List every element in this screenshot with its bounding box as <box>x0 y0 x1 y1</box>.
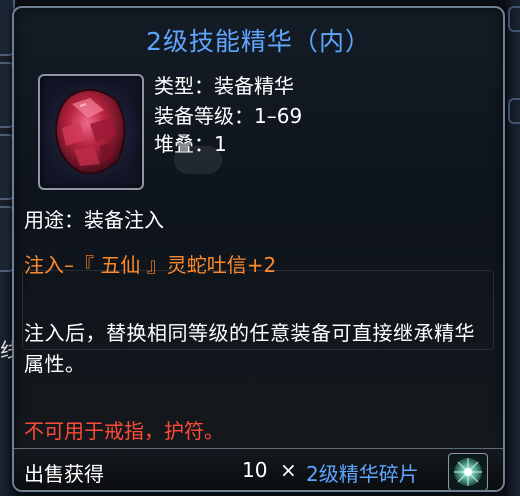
stat-equip-level: 装备等级：1–69 <box>154 100 302 129</box>
stat-value: 装备精华 <box>214 74 294 98</box>
stat-label: 堆叠： <box>154 132 214 156</box>
sell-row: 出售获得 10 × 2级精华碎片 <box>14 448 503 490</box>
item-purpose: 用途：装备注入 <box>24 208 164 232</box>
stat-type: 类型：装备精华 <box>154 70 294 99</box>
item-icon-frame <box>38 74 144 190</box>
essence-shard-graphic <box>454 458 482 486</box>
background-right-panel <box>506 0 520 496</box>
stat-label: 类型： <box>154 74 214 98</box>
stat-label: 装备等级： <box>154 104 254 128</box>
item-title: 2级技能精华（内） <box>146 27 371 56</box>
stat-value: 1–69 <box>254 104 303 128</box>
stat-stack: 堆叠：1 <box>154 128 227 157</box>
sell-item-name: 2级精华碎片 <box>306 462 419 486</box>
red-gem-icon <box>54 89 126 175</box>
inject-effect: 注入–『 五仙 』灵蛇吐信+2 <box>24 253 277 277</box>
sell-times-sign: × <box>280 458 297 482</box>
background-notch <box>508 98 520 124</box>
stat-value: 1 <box>214 132 227 156</box>
item-tooltip: 2级技能精华（内） 类型：装备精华 装备等级：1–69 堆叠：1 用途：装备注入… <box>12 6 505 492</box>
sell-label: 出售获得 <box>24 462 104 486</box>
background-notch <box>508 6 520 32</box>
sell-quantity: 10 <box>242 458 268 482</box>
usage-restriction: 不可用于戒指，护符。 <box>24 419 224 443</box>
item-description: 注入后，替换相同等级的任意装备可直接继承精华属性。 <box>24 321 475 376</box>
essence-shard-icon <box>448 453 488 490</box>
